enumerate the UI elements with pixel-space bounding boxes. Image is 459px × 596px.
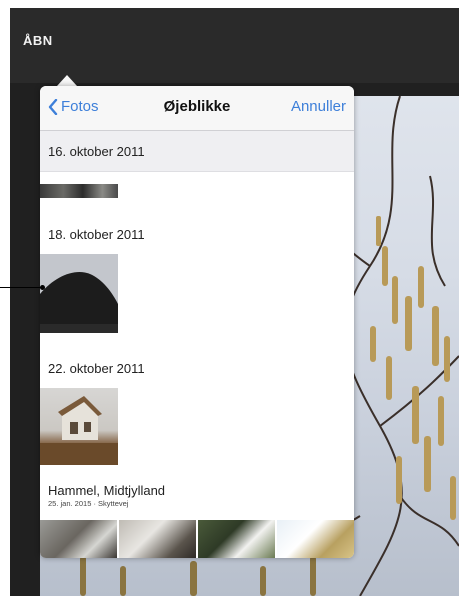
callout-line <box>0 287 42 288</box>
location-title: Hammel, Midtjylland <box>48 483 166 498</box>
photo-thumbnail[interactable] <box>40 388 118 465</box>
cancel-button[interactable]: Annuller <box>291 98 346 115</box>
moment-date: 22. oktober 2011 <box>48 361 145 376</box>
photo-thumbnail[interactable] <box>40 520 117 558</box>
moment-header: 16. oktober 2011 <box>40 131 354 172</box>
location-subtitle: 25. jan. 2015 · Skyttevej <box>48 499 129 508</box>
photo-grid <box>40 520 354 558</box>
photo-thumbnail[interactable] <box>277 520 354 558</box>
callout-dot <box>40 285 45 290</box>
moment-date: 18. oktober 2011 <box>48 227 145 242</box>
top-toolbar: ÅBN <box>10 8 459 83</box>
photo-thumbnail[interactable] <box>40 184 118 198</box>
photo-thumbnail[interactable] <box>198 520 275 558</box>
open-button[interactable]: ÅBN <box>23 33 53 48</box>
moment-date: 16. oktober 2011 <box>48 144 145 159</box>
photo-thumbnail[interactable] <box>40 254 118 333</box>
moment-header: 22. oktober 2011 <box>40 348 354 388</box>
app-window: ÅBN Fotos Øjeblikke Annuller 16. oktober… <box>10 8 459 596</box>
popover-arrow <box>57 75 77 86</box>
moment-header: 18. oktober 2011 <box>40 214 354 254</box>
photo-thumbnail[interactable] <box>119 520 196 558</box>
popover-nav-bar: Fotos Øjeblikke Annuller <box>40 86 354 131</box>
moments-popover: Fotos Øjeblikke Annuller 16. oktober 201… <box>40 86 354 558</box>
